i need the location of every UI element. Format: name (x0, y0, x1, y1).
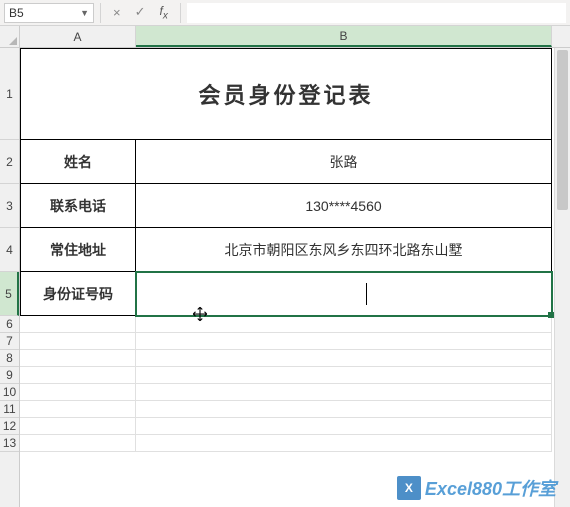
cell-a3[interactable]: 联系电话 (20, 184, 136, 228)
cell-b12[interactable] (136, 418, 552, 435)
formula-input[interactable] (187, 3, 566, 23)
cell-a10[interactable] (20, 384, 136, 401)
column-headers: A B (20, 26, 570, 48)
watermark-text: Excel880工作室 (425, 475, 556, 501)
row-header-2[interactable]: 2 (0, 140, 19, 184)
watermark: X Excel880工作室 (397, 475, 556, 501)
spreadsheet-grid: A B 1 2 3 4 5 6 7 8 9 10 11 12 13 会员身份登记… (0, 26, 570, 507)
select-all-corner[interactable] (0, 26, 20, 48)
cell-a6[interactable] (20, 316, 136, 333)
cell-a2[interactable]: 姓名 (20, 140, 136, 184)
fx-icon[interactable]: fx (160, 4, 168, 21)
col-header-b[interactable]: B (136, 26, 552, 47)
row-header-7[interactable]: 7 (0, 333, 19, 350)
cell-a4[interactable]: 常住地址 (20, 228, 136, 272)
row-header-1[interactable]: 1 (0, 48, 19, 140)
row-header-9[interactable]: 9 (0, 367, 19, 384)
cancel-icon[interactable]: × (113, 5, 121, 20)
cell-a11[interactable] (20, 401, 136, 418)
cell-a9[interactable] (20, 367, 136, 384)
row-header-3[interactable]: 3 (0, 184, 19, 228)
row-headers: 1 2 3 4 5 6 7 8 9 10 11 12 13 (0, 48, 20, 507)
cell-b9[interactable] (136, 367, 552, 384)
row-header-5[interactable]: 5 (0, 272, 19, 316)
cells-area: 会员身份登记表 姓名 张路 联系电话 130****4560 常住地址 北京市朝… (20, 48, 570, 507)
vertical-scrollbar[interactable] (554, 48, 570, 507)
row-header-11[interactable]: 11 (0, 401, 19, 418)
cell-a8[interactable] (20, 350, 136, 367)
cell-b13[interactable] (136, 435, 552, 452)
cell-a7[interactable] (20, 333, 136, 350)
cell-b11[interactable] (136, 401, 552, 418)
watermark-logo: X (397, 476, 421, 500)
text-caret (366, 283, 367, 305)
cell-b2[interactable]: 张路 (136, 140, 552, 184)
fill-handle[interactable] (548, 312, 554, 318)
cell-b5[interactable] (136, 272, 552, 316)
cell-b10[interactable] (136, 384, 552, 401)
cell-b8[interactable] (136, 350, 552, 367)
col-header-a[interactable]: A (20, 26, 136, 47)
row-header-8[interactable]: 8 (0, 350, 19, 367)
cell-b7[interactable] (136, 333, 552, 350)
cell-b4[interactable]: 北京市朝阳区东风乡东四环北路东山墅 (136, 228, 552, 272)
cell-a13[interactable] (20, 435, 136, 452)
row-header-13[interactable]: 13 (0, 435, 19, 452)
dropdown-icon[interactable]: ▼ (80, 8, 89, 18)
cell-a12[interactable] (20, 418, 136, 435)
confirm-icon[interactable]: ✓ (135, 4, 146, 20)
separator (180, 3, 181, 23)
row-header-4[interactable]: 4 (0, 228, 19, 272)
separator (100, 3, 101, 23)
cell-a5[interactable]: 身份证号码 (20, 272, 136, 316)
name-box[interactable]: B5 ▼ (4, 3, 94, 23)
scrollbar-thumb[interactable] (557, 50, 568, 210)
name-box-value: B5 (9, 6, 24, 20)
formula-bar: B5 ▼ × ✓ fx (0, 0, 570, 26)
cell-b6[interactable] (136, 316, 552, 333)
sheet-title: 会员身份登记表 (198, 78, 373, 110)
row-header-10[interactable]: 10 (0, 384, 19, 401)
row-header-12[interactable]: 12 (0, 418, 19, 435)
title-cell[interactable]: 会员身份登记表 (20, 48, 552, 140)
row-header-6[interactable]: 6 (0, 316, 19, 333)
cell-b3[interactable]: 130****4560 (136, 184, 552, 228)
